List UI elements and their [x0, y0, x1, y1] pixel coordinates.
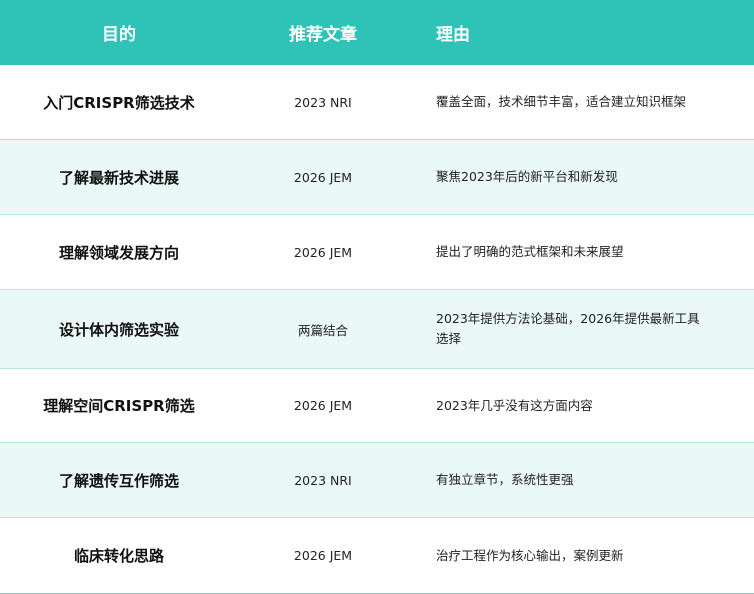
- row-article: 2026 JEM: [293, 398, 353, 413]
- row-goal: 入门CRISPR筛选技术: [43, 93, 195, 112]
- row-reason: 2023年提供方法论基础，2026年提供最新工具选择: [436, 311, 700, 346]
- row-goal: 理解领域发展方向: [58, 243, 179, 262]
- row-goal: 理解空间CRISPR筛选: [43, 397, 195, 415]
- comparison-table: 目的 推荐文章 理由 入门CRISPR筛选技术 2023 NRI 覆盖全面，技术…: [0, 0, 754, 594]
- header-goal: 目的: [102, 25, 136, 45]
- row-article: 2026 JEM: [293, 548, 353, 563]
- row-article: 2023 NRI: [294, 472, 352, 488]
- row-goal: 了解最新技术进展: [58, 168, 179, 187]
- row-goal: 设计体内筛选实验: [58, 320, 179, 339]
- header-article: 推荐文章: [289, 25, 357, 45]
- table-row: 入门CRISPR筛选技术 2023 NRI 覆盖全面，技术细节丰富，适合建立知识…: [0, 65, 754, 140]
- table-header: 目的 推荐文章 理由: [0, 0, 754, 65]
- row-goal: 了解遗传互作筛选: [58, 471, 179, 490]
- table-row: 设计体内筛选实验 两篇结合 2023年提供方法论基础，2026年提供最新工具选择: [0, 290, 754, 369]
- table-row: 临床转化思路 2026 JEM 治疗工程作为核心输出，案例更新: [0, 518, 754, 594]
- row-reason: 2023年几乎没有这方面内容: [436, 397, 593, 413]
- table-row: 理解空间CRISPR筛选 2026 JEM 2023年几乎没有这方面内容: [0, 369, 754, 443]
- row-article: 2026 JEM: [293, 169, 353, 185]
- table-row: 了解遗传互作筛选 2023 NRI 有独立章节，系统性更强: [0, 443, 754, 518]
- row-reason: 治疗工程作为核心输出，案例更新: [436, 547, 624, 563]
- row-article: 两篇结合: [297, 322, 348, 338]
- row-article: 2026 JEM: [293, 244, 353, 260]
- row-reason: 覆盖全面，技术细节丰富，适合建立知识框架: [436, 94, 687, 109]
- row-article: 2023 NRI: [294, 94, 352, 110]
- row-reason: 聚焦2023年后的新平台和新发现: [436, 169, 618, 184]
- table-row: 理解领域发展方向 2026 JEM 提出了明确的范式框架和未来展望: [0, 215, 754, 290]
- row-goal: 临床转化思路: [73, 547, 164, 565]
- row-reason: 有独立章节，系统性更强: [436, 472, 574, 487]
- row-reason: 提出了明确的范式框架和未来展望: [436, 244, 624, 259]
- table-row: 了解最新技术进展 2026 JEM 聚焦2023年后的新平台和新发现: [0, 140, 754, 215]
- header-reason: 理由: [436, 25, 470, 45]
